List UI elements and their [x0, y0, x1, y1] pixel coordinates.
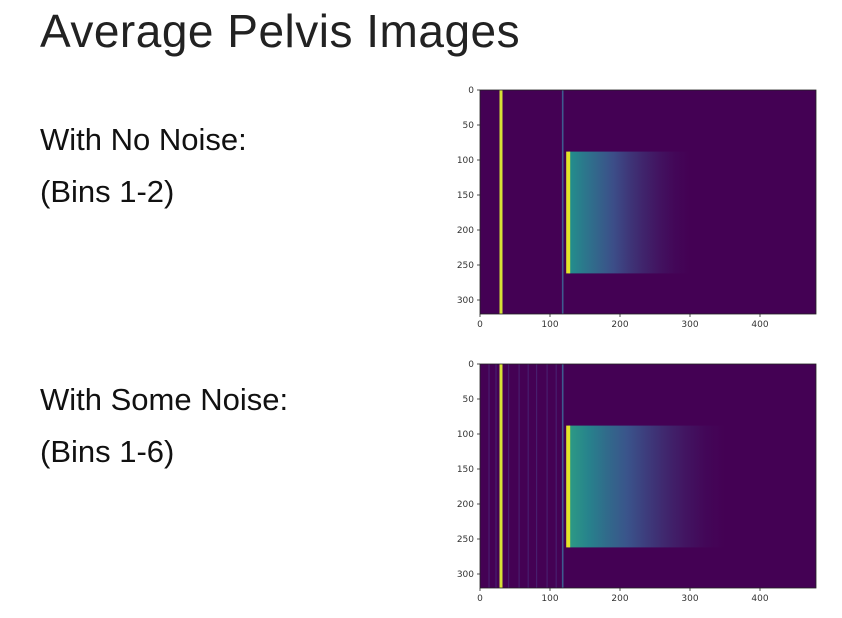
- x-tick-label: 0: [477, 594, 483, 604]
- bright-vertical-line: [499, 364, 503, 588]
- heatmap-no-noise: 0 100 200 300 400 0 50 100 150 200 250 300: [457, 86, 817, 330]
- noise-streak: [527, 364, 529, 588]
- x-tick-label: 200: [611, 320, 628, 330]
- caption-no-noise-line2: (Bins 1-2): [40, 174, 175, 209]
- y-tick-label: 300: [457, 570, 474, 580]
- x-tick-label: 400: [751, 320, 768, 330]
- y-tick-label: 250: [457, 535, 474, 545]
- y-tick-label: 250: [457, 261, 474, 271]
- heatmap-band: [568, 151, 690, 274]
- noise-streak: [495, 364, 497, 588]
- noise-streak: [555, 364, 557, 588]
- x-tick-label: 400: [751, 594, 768, 604]
- y-tick-label: 150: [457, 191, 474, 201]
- x-tick-label: 100: [541, 594, 558, 604]
- x-tick-label: 0: [477, 320, 483, 330]
- y-tick-label: 100: [457, 430, 474, 440]
- y-tick-label: 200: [457, 500, 474, 510]
- y-tick-label: 50: [463, 395, 475, 405]
- x-tick-label: 300: [681, 594, 698, 604]
- bright-vertical-line: [499, 90, 503, 314]
- y-tick-label: 300: [457, 296, 474, 306]
- x-tick-label: 300: [681, 320, 698, 330]
- band-edge-line: [566, 425, 571, 548]
- x-tick-label: 200: [611, 594, 628, 604]
- heatmap-some-noise: 0 100 200 300 400 0 50 100 150 200 250 300: [457, 360, 817, 604]
- caption-some-noise-line1: With Some Noise:: [40, 382, 289, 417]
- noise-streak: [508, 364, 510, 588]
- slide-title: Average Pelvis Images: [40, 5, 521, 57]
- noise-streak: [546, 364, 548, 588]
- y-tick-label: 100: [457, 156, 474, 166]
- y-tick-label: 150: [457, 465, 474, 475]
- caption-no-noise-line1: With No Noise:: [40, 122, 247, 157]
- y-tick-label: 200: [457, 226, 474, 236]
- caption-some-noise: With Some Noise: (Bins 1-6): [40, 374, 288, 478]
- y-tick-label: 50: [463, 121, 475, 131]
- band-edge-line: [566, 151, 571, 274]
- noise-streak: [488, 364, 490, 588]
- y-tick-label: 0: [468, 86, 474, 96]
- noise-streak: [536, 364, 538, 588]
- faint-vertical-line: [561, 364, 564, 588]
- caption-no-noise: With No Noise: (Bins 1-2): [40, 114, 247, 218]
- y-tick-label: 0: [468, 360, 474, 370]
- x-tick-label: 100: [541, 320, 558, 330]
- faint-vertical-line: [561, 90, 564, 314]
- noise-streak: [518, 364, 520, 588]
- caption-some-noise-line2: (Bins 1-6): [40, 434, 175, 469]
- heatmap-band: [568, 425, 725, 548]
